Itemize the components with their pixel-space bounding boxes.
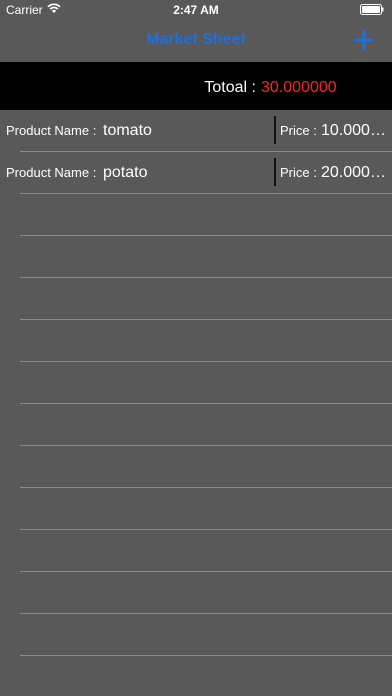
empty-row <box>0 614 392 656</box>
empty-row <box>0 236 392 278</box>
product-name: potato <box>103 164 148 181</box>
empty-row <box>0 194 392 236</box>
status-time: 2:47 AM <box>173 3 219 17</box>
empty-row <box>0 446 392 488</box>
page-title: Market Sheet <box>146 31 246 48</box>
empty-row <box>0 362 392 404</box>
product-name-label: Product Name : <box>6 123 97 138</box>
add-product-button[interactable] <box>350 26 378 54</box>
product-table: Product Name : tomato Price : 10.000000 … <box>0 110 392 696</box>
product-name: tomato <box>103 122 152 139</box>
empty-row <box>0 488 392 530</box>
price-label: Price : <box>280 165 317 180</box>
total-bar: Totoal : 30.000000 <box>0 62 392 110</box>
empty-row <box>0 320 392 362</box>
plus-icon <box>354 30 374 50</box>
total-label: Totoal : <box>204 79 256 96</box>
empty-row <box>0 572 392 614</box>
empty-row <box>0 278 392 320</box>
product-row[interactable]: Product Name : tomato Price : 10.000000 <box>0 110 392 152</box>
cell-divider <box>274 158 276 186</box>
product-row[interactable]: Product Name : potato Price : 20.000000 <box>0 152 392 194</box>
cell-divider <box>274 116 276 144</box>
app-screen: Carrier 2:47 AM Market Sheet Totoal : 30… <box>0 0 392 696</box>
status-bar: Carrier 2:47 AM <box>0 0 392 20</box>
empty-row <box>0 404 392 446</box>
empty-row <box>0 530 392 572</box>
battery-icon <box>360 4 384 15</box>
product-price: 10.000000 <box>321 122 389 139</box>
product-price: 20.000000 <box>321 164 389 181</box>
total-value: 30.000000 <box>261 79 337 96</box>
product-name-label: Product Name : <box>6 165 97 180</box>
price-label: Price : <box>280 123 317 138</box>
navigation-bar: Market Sheet <box>0 20 392 62</box>
